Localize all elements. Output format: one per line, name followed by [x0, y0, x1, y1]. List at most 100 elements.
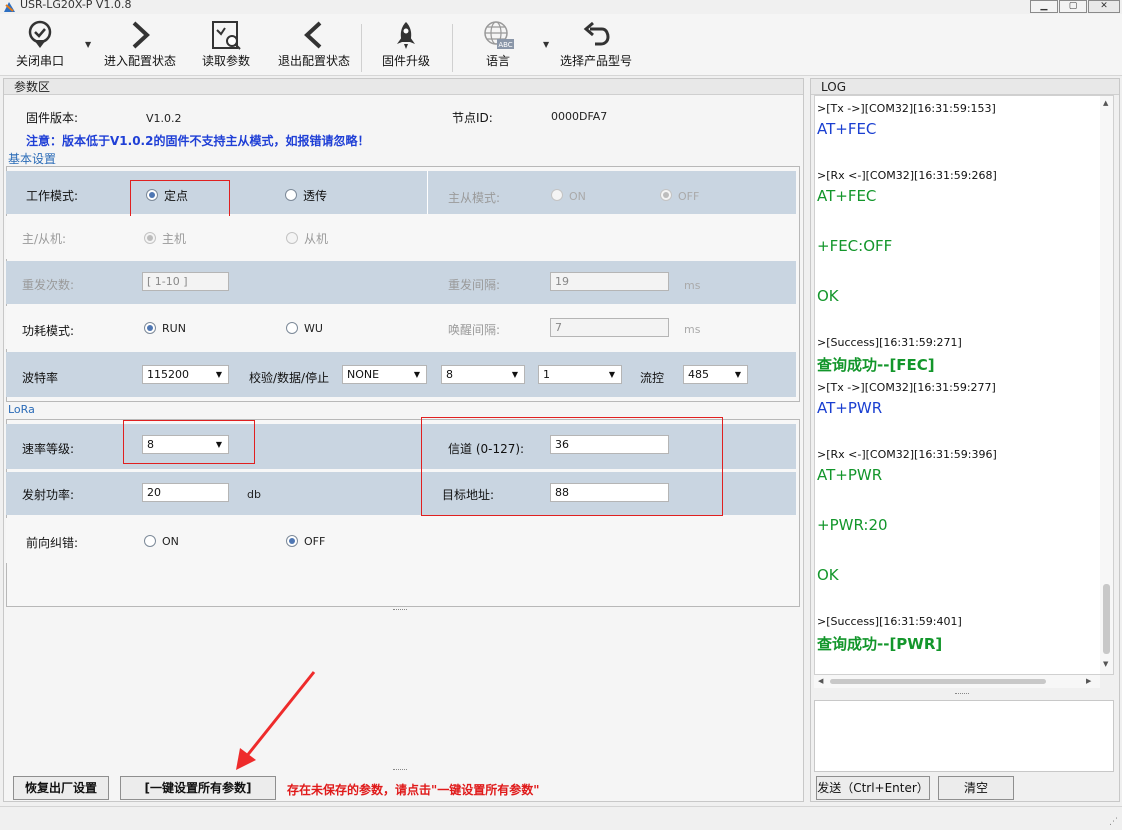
language-dropdown-caret-icon[interactable]: ▼ — [543, 40, 549, 49]
toolbar: 关闭串口 ▼ 进入配置状态 读取参数 退出配置状态 固件升级 ABC 语言 ▼ … — [0, 14, 1122, 76]
chevron-down-icon: ▼ — [215, 370, 222, 379]
chevron-down-icon: ▼ — [511, 370, 518, 379]
params-panel-header: 参数区 — [4, 79, 803, 95]
retry-interval-input[interactable]: 19 — [550, 272, 669, 291]
parity-select[interactable]: NONE ▼ — [342, 365, 427, 384]
fec-label: 前向纠错: — [26, 536, 79, 550]
power-wu-label[interactable]: WU — [304, 322, 323, 335]
scroll-left-icon[interactable]: ◀ — [818, 677, 823, 685]
log-vertical-scrollbar[interactable]: ▲ ▼ — [1100, 96, 1113, 674]
close-port-button[interactable]: 关闭串口 — [10, 20, 70, 74]
annotation-arrow-icon — [236, 671, 316, 770]
ms-mode-off-radio[interactable] — [660, 189, 672, 201]
master-label: 主机 — [162, 232, 187, 246]
close-window-button[interactable]: ✕ — [1088, 0, 1120, 13]
work-mode-row: 工作模式: 定点 透传 主从模式: ON OFF — [6, 171, 796, 214]
wake-interval-input[interactable]: 7 — [550, 318, 669, 337]
port-dropdown-caret-icon[interactable]: ▼ — [85, 40, 91, 49]
rocket-icon — [397, 22, 415, 49]
slave-label: 从机 — [304, 232, 329, 246]
tx-power-unit: db — [247, 488, 261, 501]
select-model-button[interactable]: 选择产品型号 — [556, 20, 636, 74]
power-run-radio[interactable] — [144, 322, 156, 334]
splitter-grip[interactable] — [955, 693, 969, 696]
log-line: >[Rx <-][COM32][16:31:59:396] — [817, 448, 997, 461]
log-line: AT+FEC — [817, 187, 877, 205]
row-divider — [427, 171, 428, 214]
slave-radio[interactable] — [286, 232, 298, 244]
log-line: AT+PWR — [817, 466, 883, 484]
wake-interval-label: 唤醒间隔: — [448, 323, 501, 337]
abc-badge: ABC — [498, 41, 512, 49]
flow-control-label: 流控 — [640, 371, 665, 385]
master-radio[interactable] — [144, 232, 156, 244]
scroll-up-icon[interactable]: ▲ — [1103, 99, 1108, 107]
baud-rate-label: 波特率 — [22, 371, 59, 385]
flow-control-select[interactable]: 485 ▼ — [683, 365, 748, 384]
retry-interval-label: 重发间隔: — [448, 278, 501, 292]
log-line: >[Rx <-][COM32][16:31:59:268] — [817, 169, 997, 182]
firmware-notice: 注意：版本低于V1.0.2的固件不支持主从模式，如报错请忽略！ — [26, 134, 370, 148]
send-button[interactable]: 发送（Ctrl+Enter） — [816, 776, 930, 800]
wake-interval-unit: ms — [684, 323, 701, 336]
language-button[interactable]: ABC 语言 — [474, 20, 522, 74]
flow-control-value: 485 — [688, 368, 709, 381]
scroll-down-icon[interactable]: ▼ — [1103, 660, 1108, 668]
log-output[interactable]: >[Tx ->][COM32][16:31:59:153] AT+FEC >[Rx … — [814, 95, 1114, 675]
tx-power-input[interactable]: 20 — [142, 483, 229, 502]
ms-mode-on-radio[interactable] — [551, 189, 563, 201]
work-mode-transparent-radio[interactable] — [285, 189, 297, 201]
fec-off-radio[interactable] — [286, 535, 298, 547]
undo-arrow-icon — [583, 21, 610, 46]
clear-button[interactable]: 清空 — [938, 776, 1014, 800]
log-panel-header: LOG — [811, 79, 1119, 95]
fec-row: 前向纠错: ON OFF — [6, 518, 796, 563]
send-input[interactable] — [814, 700, 1114, 772]
fec-off-label[interactable]: OFF — [304, 535, 325, 548]
stop-bits-select[interactable]: 1 ▼ — [538, 365, 622, 384]
retry-count-label: 重发次数: — [22, 278, 75, 292]
retry-interval-unit: ms — [684, 279, 701, 292]
log-line: >[Success][16:31:59:271] — [817, 336, 962, 349]
fec-on-radio[interactable] — [144, 535, 156, 547]
firmware-upgrade-button[interactable]: 固件升级 — [375, 20, 437, 74]
log-line: AT+PWR — [817, 399, 883, 417]
work-mode-transparent-label[interactable]: 透传 — [303, 187, 327, 204]
splitter-grip[interactable] — [393, 609, 407, 612]
master-slave-mode-label: 主从模式: — [448, 191, 501, 205]
tx-power-label: 发射功率: — [22, 488, 75, 502]
title-bar: USR-LG20X-P V1.0.8 ▁ ▢ ✕ — [0, 0, 1122, 14]
log-line: +PWR:20 — [817, 516, 888, 534]
highlight-box-rate — [123, 420, 255, 464]
retry-count-input[interactable]: [ 1-10 ] — [142, 272, 229, 291]
read-params-icon — [212, 21, 241, 50]
minimize-button[interactable]: ▁ — [1030, 0, 1058, 13]
basic-settings-title: 基本设置 — [8, 152, 57, 166]
baud-rate-select[interactable]: 115200 ▼ — [142, 365, 229, 384]
retry-row: 重发次数: [ 1-10 ] 重发间隔: 19 ms — [6, 261, 796, 304]
power-run-label[interactable]: RUN — [162, 322, 186, 335]
maximize-button[interactable]: ▢ — [1059, 0, 1087, 13]
exit-config-label: 退出配置状态 — [277, 54, 350, 68]
restore-factory-button[interactable]: 恢复出厂设置 — [13, 776, 109, 800]
log-horizontal-scrollbar[interactable]: ◀ ▶ — [814, 675, 1100, 688]
log-scroll-thumb[interactable] — [1103, 584, 1110, 654]
splitter-grip[interactable] — [393, 769, 407, 772]
chevron-down-icon: ▼ — [608, 370, 615, 379]
read-params-button[interactable]: 读取参数 — [196, 20, 256, 74]
enter-config-button[interactable]: 进入配置状态 — [100, 20, 180, 74]
resize-grip-icon[interactable]: ⋰ — [1109, 817, 1118, 827]
chevron-down-icon: ▼ — [734, 370, 741, 379]
scroll-right-icon[interactable]: ▶ — [1086, 677, 1091, 685]
exit-config-button[interactable]: 退出配置状态 — [274, 20, 354, 74]
power-wu-radio[interactable] — [286, 322, 298, 334]
chevron-down-icon: ▼ — [413, 370, 420, 379]
status-bar: ⋰ — [0, 806, 1122, 830]
node-id-label: 节点ID: — [452, 111, 493, 125]
set-all-params-button[interactable]: [一键设置所有参数] — [120, 776, 276, 800]
parity-value: NONE — [347, 368, 380, 381]
rate-level-label: 速率等级: — [22, 442, 75, 456]
fec-on-label[interactable]: ON — [162, 535, 179, 548]
data-bits-select[interactable]: 8 ▼ — [441, 365, 525, 384]
log-hscroll-thumb[interactable] — [830, 679, 1046, 684]
